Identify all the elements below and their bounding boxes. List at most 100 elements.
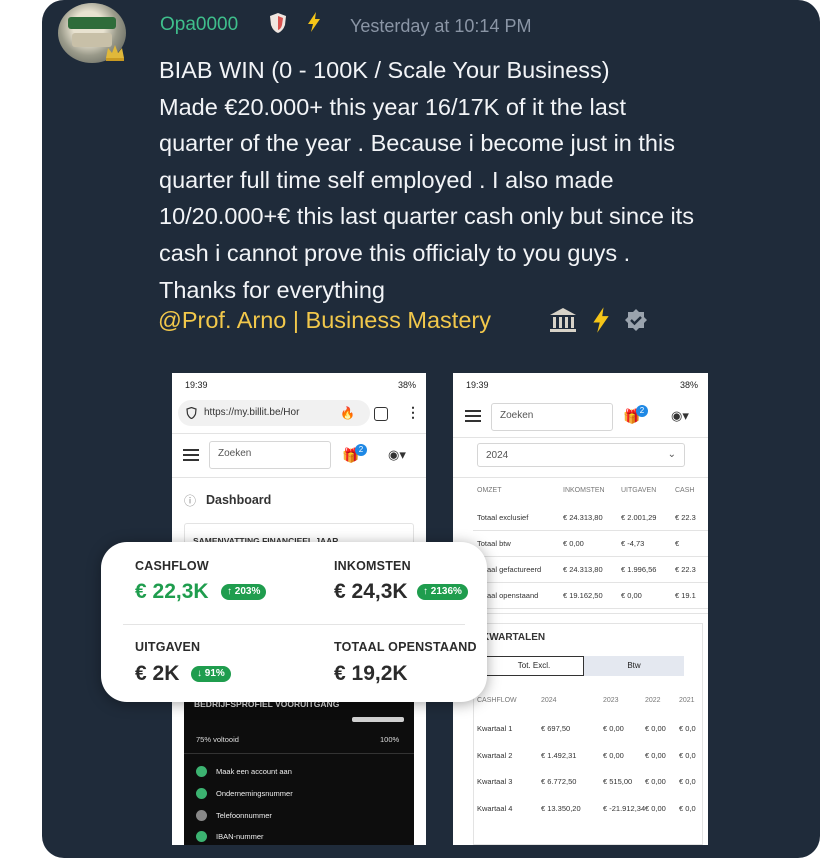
year-select-value: 2024 <box>486 450 509 461</box>
crown-icon <box>106 45 124 61</box>
tab-btw[interactable]: Btw <box>584 656 684 676</box>
inkomsten-value: € 24,3K <box>334 580 408 603</box>
account-icon[interactable]: ◉▾ <box>388 447 406 463</box>
uitgaven-label: UITGAVEN <box>135 640 201 654</box>
quarters-cell: € 0,00 <box>603 724 624 733</box>
hamburger-icon[interactable] <box>465 410 481 422</box>
quarters-cell: € 0,0 <box>679 750 696 760</box>
table-cell: € 24.313,80 <box>563 513 603 522</box>
search-placeholder: Zoeken <box>218 448 252 459</box>
year-select[interactable]: 2024 ⌄ <box>477 443 685 467</box>
quarters-cell: Kwartaal 3 <box>477 777 513 786</box>
mention-badges <box>548 306 648 334</box>
table-cell: € 22.3 <box>675 565 696 574</box>
message-line: cash i cannot prove this officialy to yo… <box>159 239 631 266</box>
search-input[interactable]: Zoeken <box>491 403 613 431</box>
message-body: BIAB WIN (0 - 100K / Scale Your Business… <box>159 52 799 308</box>
quarters-header: 2023 <box>603 697 619 704</box>
fire-icon[interactable]: 🔥 <box>340 406 355 420</box>
phone-screenshot-overview: 19:39 38% Zoeken 🎁 2 ◉▾ 2024 ⌄ KWARTALEN… <box>453 373 708 845</box>
progress-max: 100% <box>380 735 400 744</box>
inkomsten-label: INKOMSTEN <box>334 559 411 573</box>
table-header: INKOMSTEN <box>563 487 605 494</box>
table-cell: Totaal btw <box>477 539 511 548</box>
check-icon <box>196 788 207 799</box>
message-line: BIAB WIN (0 - 100K / Scale Your Business… <box>159 57 610 83</box>
uitgaven-value: € 2K <box>135 662 180 685</box>
quarters-cell: € 0,00 <box>645 750 666 760</box>
row-divider <box>473 530 708 531</box>
table-cell: € 19.1 <box>675 591 696 600</box>
message-line: Thanks for everything <box>159 276 385 303</box>
quarters-cell: Kwartaal 4 <box>477 803 513 813</box>
quarters-header: 2022 <box>645 697 661 704</box>
openstaand-value: € 19,2K <box>334 662 408 685</box>
url-text: https://my.billit.be/Hor <box>204 407 300 418</box>
bank-icon <box>550 308 576 332</box>
status-time: 19:39 <box>466 380 489 390</box>
inkomsten-change-badge: ↑ 2136% <box>417 584 468 600</box>
table-cell: € 1.996,56 <box>621 565 657 574</box>
checklist-item: Telefoonnummer <box>216 811 272 820</box>
quarters-cell: € 515,00 <box>603 777 633 786</box>
status-battery: 38% <box>397 380 416 390</box>
table-cell: € 24.313,80 <box>563 565 603 574</box>
table-cell: € 19.162,50 <box>563 591 603 600</box>
quarters-cell: € 0,00 <box>645 777 666 786</box>
quarters-cell: € 0,0 <box>679 724 696 733</box>
kebab-menu-icon[interactable]: ⋮ <box>406 404 420 421</box>
quarters-cell: € 0,0 <box>679 803 696 813</box>
quarters-header: CASHFLOW <box>477 697 517 704</box>
account-icon[interactable]: ◉▾ <box>671 408 689 424</box>
message-line: Made €20.000+ this year 16/17K of it the… <box>159 93 627 120</box>
quarters-cell: € 0,00 <box>603 750 624 760</box>
quarters-cell: € 13.350,20 <box>541 803 581 813</box>
shield-badge-icon <box>270 13 286 33</box>
user-mention[interactable]: @Prof. Arno | Business Mastery <box>158 307 491 334</box>
quarters-cell: € 1.492,31 <box>541 750 577 760</box>
lightning-badge-icon <box>308 12 320 32</box>
username[interactable]: Opa0000 <box>160 14 238 36</box>
dashboard-icon: ⓘ <box>184 494 197 508</box>
quarters-header: 2024 <box>541 697 557 704</box>
row-divider <box>473 582 708 583</box>
quarters-cell: € -21.912,34 <box>603 803 646 813</box>
row-divider <box>473 608 708 609</box>
kwartalen-title: KWARTALEN <box>482 632 546 643</box>
quarters-cell: € 0,0 <box>679 777 696 786</box>
table-cell: € 0,00 <box>563 539 584 548</box>
row-divider <box>473 556 708 557</box>
status-bar: 19:39 38% <box>172 373 426 397</box>
dashboard-title: Dashboard <box>206 493 272 507</box>
status-bar: 19:39 38% <box>453 373 708 397</box>
checklist-item: Ondernemingsnummer <box>216 789 293 798</box>
message-line: 10/20.000+€ this last quarter cash only … <box>159 203 694 230</box>
check-icon <box>196 766 207 777</box>
verified-icon <box>625 309 647 331</box>
uitgaven-change-badge: ↓ 91% <box>191 666 231 682</box>
quarters-cell: € 6.772,50 <box>541 777 577 786</box>
progress-bar <box>352 717 404 722</box>
openstaand-label: TOTAAL OPENSTAAND <box>334 640 477 654</box>
tabs-icon[interactable] <box>374 407 388 421</box>
table-cell: € 22.3 <box>675 513 696 522</box>
cashflow-change-badge: ↑ 203% <box>221 584 267 600</box>
checklist-item: IBAN-nummer <box>216 832 264 841</box>
stats-divider <box>123 624 465 625</box>
chevron-down-icon: ⌄ <box>667 449 676 460</box>
table-cell: Totaal exclusief <box>477 513 529 522</box>
quarters-cell: Kwartaal 1 <box>477 724 513 733</box>
notification-badge: 2 <box>636 405 648 417</box>
search-placeholder: Zoeken <box>500 410 534 421</box>
shield-icon <box>186 407 197 419</box>
tab-tot-excl[interactable]: Tot. Excl. <box>484 656 584 676</box>
notification-badge: 2 <box>355 444 367 456</box>
hamburger-icon[interactable] <box>183 449 199 461</box>
message-line: quarter of the year . Because i become j… <box>159 130 675 157</box>
pending-icon <box>196 810 207 821</box>
search-input[interactable]: Zoeken <box>209 441 331 469</box>
message-line: quarter full time self employed . I also… <box>159 166 614 193</box>
quarters-cell: € 0,00 <box>645 724 666 733</box>
table-header: UITGAVEN <box>621 487 657 494</box>
quarters-cell: Kwartaal 2 <box>477 750 513 760</box>
